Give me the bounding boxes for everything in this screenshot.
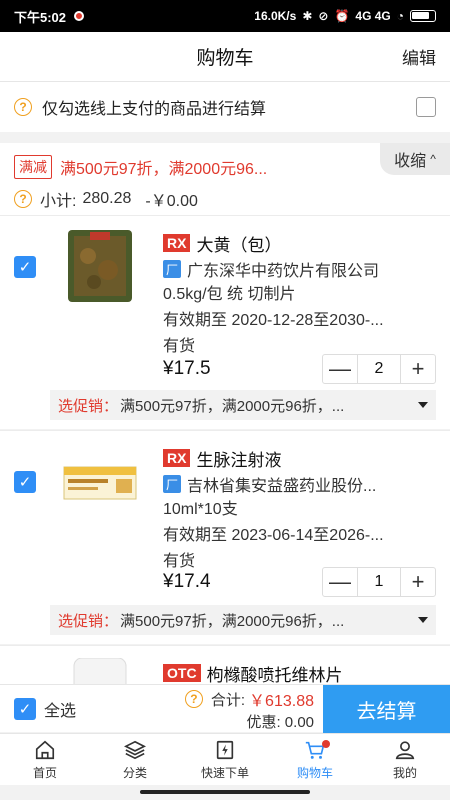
product-price: ¥17.4	[163, 571, 211, 592]
subtotal-discount: -￥0.00	[145, 193, 198, 210]
rx-badge: RX	[163, 234, 191, 252]
help-icon[interactable]: ?	[184, 690, 203, 708]
battery-icon	[410, 10, 436, 22]
product-name[interactable]: 大黄（包）	[196, 231, 281, 256]
item-checkbox[interactable]: ✓	[14, 471, 36, 493]
promo-select-value: 满500元97折，满2000元96折，...	[120, 612, 345, 630]
bluetooth-icon: ✱	[302, 9, 313, 23]
home-indicator	[140, 790, 310, 794]
status-bar: 下午5:02 16.0K/s ✱ ⊘ ⏰ 4G 4G ◔	[0, 0, 450, 32]
online-pay-notice: ? 仅勾选线上支付的商品进行结算	[0, 82, 450, 132]
product-image[interactable]	[60, 441, 140, 521]
factory-icon: 厂	[163, 260, 181, 278]
tab-label: 我的	[392, 765, 417, 780]
quantity-stepper: — 1 +	[322, 567, 436, 597]
product-validity: 有效期至 2020-12-28至2030-...	[163, 312, 384, 329]
status-time: 下午5:02	[14, 9, 67, 25]
total-value: ￥613.88	[249, 693, 314, 710]
promo-group-header: 满减 满500元97折，满2000元96... 收缩 ^ ? 小计: 280.2…	[0, 143, 450, 215]
checkout-bar: ✓ 全选 ? 合计: ￥613.88 优惠: 0.00 去结算	[0, 684, 450, 733]
online-pay-checkbox[interactable]	[416, 97, 436, 117]
product-price: ¥17.5	[163, 358, 211, 379]
promo-select-label: 选促销：	[58, 397, 119, 415]
minus-button[interactable]: —	[323, 568, 357, 596]
network-speed: 16.0K/s	[254, 9, 297, 23]
select-all-label[interactable]: 全选	[44, 697, 76, 721]
help-icon[interactable]: ?	[14, 98, 32, 116]
total-label: 合计:	[210, 691, 246, 709]
product-image[interactable]	[60, 658, 140, 685]
edit-button[interactable]: 编辑	[402, 44, 436, 69]
minus-button[interactable]: —	[323, 355, 357, 383]
rx-badge: RX	[163, 449, 191, 467]
cart-item: ✓ RX 大黄（包） 厂 广东深华中药饮片有限公司 0.5kg/包 统 切制片 …	[0, 215, 450, 429]
total-discount: 优惠: 0.00	[246, 714, 314, 731]
tab-home[interactable]: 首页	[0, 734, 90, 785]
manufacturer: 吉林省集安益盛药业股份...	[187, 478, 377, 495]
promo-select-label: 选促销：	[58, 612, 119, 630]
tab-category[interactable]: 分类	[90, 734, 180, 785]
notification-dot-icon	[74, 11, 85, 21]
manufacturer: 广东深华中药饮片有限公司	[187, 263, 380, 280]
user-icon	[395, 740, 415, 759]
tab-bar: 首页 分类 快速下单 购物车 我的	[0, 733, 450, 785]
online-pay-text: 仅勾选线上支付的商品进行结算	[42, 101, 267, 118]
caret-down-icon	[418, 402, 428, 408]
product-name[interactable]: 生脉注射液	[196, 446, 281, 471]
select-all-checkbox[interactable]: ✓	[14, 698, 36, 720]
promo-tag: 满减	[14, 155, 52, 179]
totals: ? 合计: ￥613.88 优惠: 0.00	[184, 689, 314, 732]
collapse-button[interactable]: 收缩 ^	[380, 143, 450, 175]
subtotal-value: 280.28	[82, 190, 132, 207]
promo-select[interactable]: 选促销： 满500元97折，满2000元96折，...	[50, 605, 436, 635]
tab-label: 购物车	[296, 765, 333, 780]
nav-bar: 购物车 编辑	[0, 32, 450, 82]
caret-down-icon	[418, 617, 428, 623]
quick-order-icon	[216, 740, 234, 759]
help-icon[interactable]: ?	[14, 190, 32, 208]
chevron-up-icon: ^	[430, 152, 436, 166]
quantity-value[interactable]: 1	[357, 568, 401, 596]
subtotal-label: 小计:	[40, 193, 77, 210]
layers-icon	[124, 740, 146, 759]
product-spec: 10ml*10支	[163, 501, 238, 518]
quantity-value[interactable]: 2	[357, 355, 401, 383]
checkout-button[interactable]: 去结算	[323, 685, 450, 733]
plus-button[interactable]: +	[401, 568, 435, 596]
product-name[interactable]: 枸橼酸喷托维林片	[207, 661, 343, 686]
plus-button[interactable]: +	[401, 355, 435, 383]
tab-mine[interactable]: 我的	[360, 734, 450, 785]
cart-item: OTC 枸橼酸喷托维林片	[0, 645, 450, 685]
alarm-icon: ⏰	[334, 9, 350, 23]
otc-badge: OTC	[163, 664, 201, 682]
subtotal-row: ? 小计: 280.28 -￥0.00	[14, 185, 436, 213]
promo-select-value: 满500元97折，满2000元96折，...	[120, 397, 345, 415]
promo-text: 满500元97折，满2000元96...	[60, 161, 268, 178]
home-icon	[35, 740, 55, 759]
tab-label: 分类	[122, 765, 147, 780]
page-title: 购物车	[196, 48, 254, 69]
product-image[interactable]	[60, 226, 140, 306]
product-spec: 0.5kg/包 统 切制片	[163, 286, 296, 303]
wifi-icon: ◔	[396, 9, 404, 23]
tab-quick-order[interactable]: 快速下单	[180, 734, 270, 785]
factory-icon: 厂	[163, 475, 181, 493]
product-validity: 有效期至 2023-06-14至2026-...	[163, 527, 384, 544]
tab-label: 首页	[32, 765, 57, 780]
mute-icon: ⊘	[318, 9, 329, 23]
quantity-stepper: — 2 +	[322, 354, 436, 384]
tab-label: 快速下单	[200, 765, 249, 780]
signal-icon: 4G 4G	[355, 9, 391, 23]
item-checkbox[interactable]: ✓	[14, 256, 36, 278]
tab-cart[interactable]: 购物车	[270, 734, 360, 785]
cart-badge	[322, 740, 330, 748]
promo-select[interactable]: 选促销： 满500元97折，满2000元96折，...	[50, 390, 436, 420]
collapse-label: 收缩	[394, 153, 427, 170]
cart-item: ✓ RX 生脉注射液 厂 吉林省集安益盛药业股份... 10ml*10支 有效期…	[0, 430, 450, 644]
